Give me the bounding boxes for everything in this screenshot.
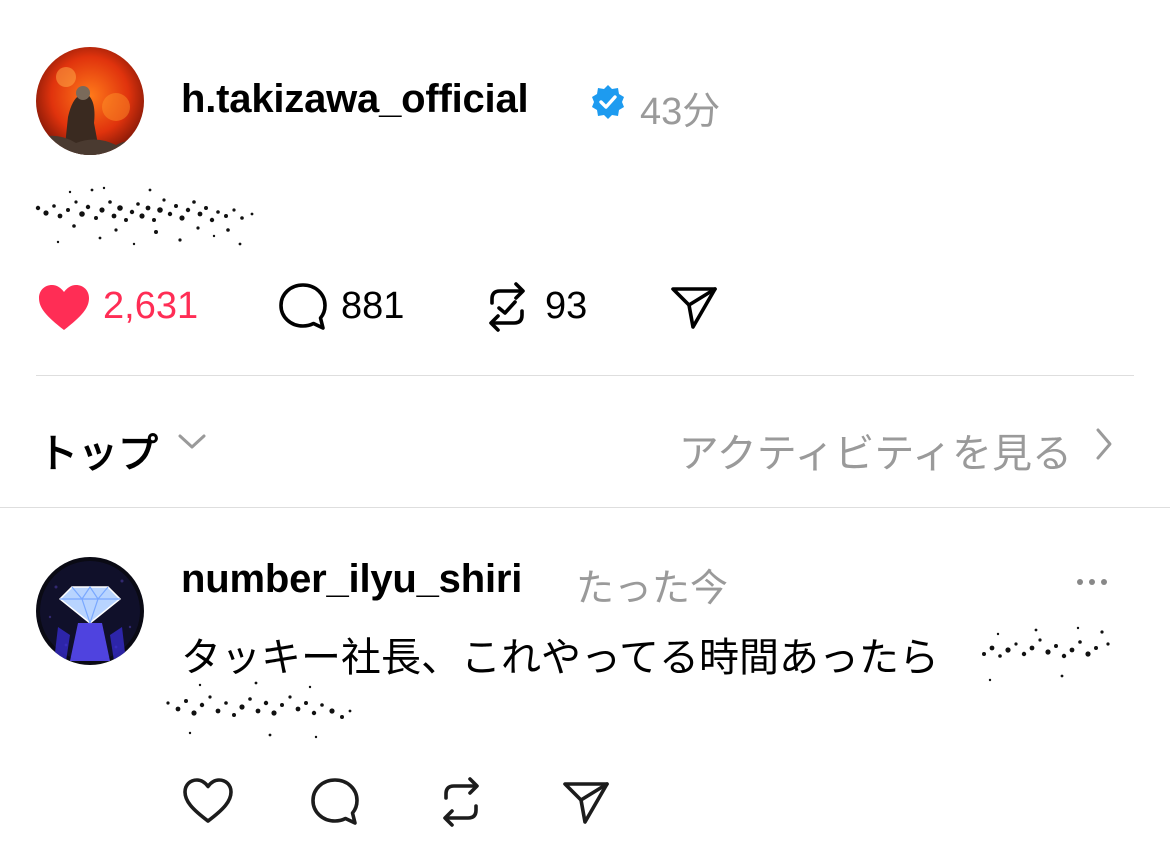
sort-dropdown-label[interactable]: トップ (38, 421, 158, 479)
reply-text-obscured-line2 (160, 675, 360, 745)
repost-icon (489, 282, 525, 332)
reply-author-username[interactable]: number_ilyu_shiri (181, 557, 522, 602)
share-icon (563, 782, 609, 824)
comment-button[interactable] (277, 281, 329, 333)
comment-icon (279, 283, 327, 330)
comment-icon (311, 778, 359, 825)
share-button[interactable] (669, 283, 719, 331)
divider-top (36, 375, 1134, 376)
reply-author-avatar[interactable] (36, 557, 144, 665)
reply-share-button[interactable] (561, 778, 611, 826)
heart-icon (183, 778, 233, 823)
chevron-right-icon[interactable] (1093, 426, 1115, 462)
comment-count: 881 (341, 285, 405, 327)
reply-like-button[interactable] (181, 776, 235, 826)
share-icon (671, 287, 717, 329)
post-author-avatar[interactable] (36, 47, 144, 155)
repost-icon (443, 777, 479, 827)
reply-repost-button[interactable] (436, 776, 486, 828)
heart-filled-icon (39, 285, 89, 330)
divider-section (0, 507, 1170, 508)
more-options-icon[interactable] (1074, 572, 1110, 590)
reply-text-obscured-tail (978, 618, 1118, 688)
reply-comment-button[interactable] (309, 776, 361, 828)
verified-badge-icon (590, 84, 626, 120)
like-button[interactable] (36, 282, 92, 334)
view-activity-link[interactable]: アクティビティを見る (679, 421, 1072, 479)
post-author-username[interactable]: h.takizawa_official (181, 77, 529, 122)
like-count: 2,631 (103, 285, 199, 327)
reply-timestamp: たった今 (576, 568, 729, 610)
repost-count: 93 (545, 285, 588, 327)
chevron-down-icon[interactable] (176, 431, 208, 453)
post-body-obscured (30, 180, 260, 252)
repost-button[interactable] (482, 281, 532, 333)
post-timestamp: 43分 (640, 91, 721, 133)
